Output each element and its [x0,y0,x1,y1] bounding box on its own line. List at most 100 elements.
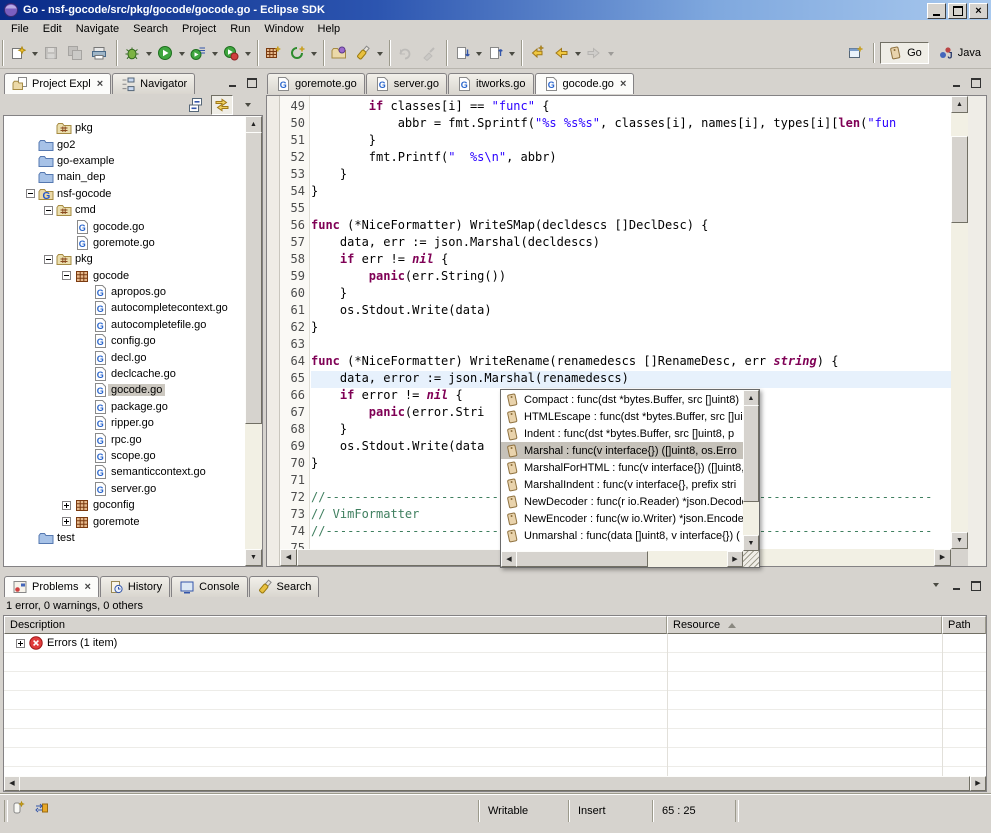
minimize-button[interactable] [927,3,946,19]
profile-dropdown[interactable] [243,41,252,65]
scroll-right-icon[interactable]: ▶ [934,549,951,566]
tree-item-rpc-go[interactable]: Grpc.go [4,431,245,447]
tree-item-semanticcontext-go[interactable]: Gsemanticcontext.go [4,464,245,480]
code-line-54[interactable]: } [311,184,951,201]
completion-item-unmarshal[interactable]: Unmarshal : func(data []uint8, v interfa… [501,527,743,544]
completion-item-newencoder[interactable]: NewEncoder : func(w io.Writer) *json.Enc… [501,510,743,527]
completion-item-compact[interactable]: Compact : func(dst *bytes.Buffer, src []… [501,391,743,408]
completion-item-marshal[interactable]: Marshal : func(v interface{}) ([]uint8, … [501,442,743,459]
popup-resize-grip[interactable] [743,551,759,567]
editor-tab-itworks-go[interactable]: Gitworks.go [448,73,534,94]
editor-minimize-button[interactable] [948,76,964,90]
tree-scroll-thumb[interactable] [245,132,262,424]
scroll-left-icon[interactable]: ◀ [4,776,20,791]
code-line-59[interactable]: panic(err.String()) [311,269,951,286]
code-line-64[interactable]: func (*NiceFormatter) WriteRename(rename… [311,354,951,371]
new-go-app-button[interactable] [285,41,309,65]
run-button[interactable] [153,41,177,65]
code-line-53[interactable]: } [311,167,951,184]
maximize-button[interactable] [948,3,967,19]
tree-item-gocode-go[interactable]: Ggocode.go [4,382,245,398]
scroll-right-icon[interactable]: ▶ [970,776,986,791]
tree-item-autocompletecontext-go[interactable]: Gautocompletecontext.go [4,300,245,316]
completion-item-indent[interactable]: Indent : func(dst *bytes.Buffer, src []u… [501,425,743,442]
tree-item-goremote[interactable]: goremote [4,513,245,529]
status-new-button[interactable] [10,801,26,815]
open-resource-button[interactable] [327,41,351,65]
tree-item-scope-go[interactable]: Gscope.go [4,448,245,464]
completion-item-marshalforhtml[interactable]: MarshalForHTML : func(v interface{}) ([]… [501,459,743,476]
expand-toggle-icon[interactable] [12,639,28,648]
new-go-app-dropdown[interactable] [309,41,318,65]
close-tab-icon[interactable]: × [620,79,626,90]
close-tab-icon[interactable]: × [84,582,90,593]
collapse-all-button[interactable] [186,96,206,114]
tree-item-apropos-go[interactable]: Gapropos.go [4,284,245,300]
run-history-button[interactable] [186,41,210,65]
menu-file[interactable]: File [4,21,36,37]
view-tab-search[interactable]: Search [249,576,320,597]
tree-item-server-go[interactable]: Gserver.go [4,481,245,497]
close-button[interactable]: × [969,3,988,19]
code-line-65[interactable]: data, error := json.Marshal(renamedescs) [311,371,951,388]
problems-row-errors-1-item[interactable]: Errors (1 item) [4,634,986,653]
next-annotation-button[interactable] [450,41,474,65]
next-annotation-dropdown[interactable] [474,41,483,65]
completion-item-newdecoder[interactable]: NewDecoder : func(r io.Reader) *json.Dec… [501,493,743,510]
code-line-62[interactable]: } [311,320,951,337]
tree-item-cmd[interactable]: cmd [4,202,245,218]
menu-help[interactable]: Help [311,21,348,37]
code-line-60[interactable]: } [311,286,951,303]
scroll-down-icon[interactable]: ▼ [245,549,262,566]
tree-item-config-go[interactable]: Gconfig.go [4,333,245,349]
tree-item-goremote-go[interactable]: Ggoremote.go [4,235,245,251]
search-dropdown[interactable] [375,41,384,65]
open-perspective-button[interactable] [843,41,867,65]
prev-annotation-button[interactable] [483,41,507,65]
explorer-minimize-button[interactable] [224,76,240,90]
code-line-52[interactable]: fmt.Printf(" %s\n", abbr) [311,150,951,167]
back-button[interactable] [549,41,573,65]
print-button[interactable] [87,41,111,65]
popup-horizontal-scrollbar[interactable]: ◀ ▶ [501,551,743,567]
expand-toggle-icon[interactable] [58,517,74,526]
editor-vscroll-thumb[interactable] [951,136,968,223]
last-edit-button[interactable] [525,41,549,65]
column-header-description[interactable]: Description [4,616,667,634]
explorer-maximize-button[interactable] [244,76,260,90]
run-dropdown[interactable] [177,41,186,65]
title-bar[interactable]: Go - nsf-gocode/src/pkg/gocode/gocode.go… [0,0,991,20]
code-line-57[interactable]: data, err := json.Marshal(decldescs) [311,235,951,252]
code-line-56[interactable]: func (*NiceFormatter) WriteSMap(decldesc… [311,218,951,235]
tree-item-gocode-go[interactable]: Ggocode.go [4,218,245,234]
tree-item-package-go[interactable]: Gpackage.go [4,399,245,415]
link-editor-button[interactable] [211,95,233,115]
collapse-toggle-icon[interactable] [40,255,56,264]
problems-hscroll-thumb[interactable] [19,776,970,791]
search-button[interactable] [351,41,375,65]
popup-vscroll-thumb[interactable] [743,405,759,502]
column-header-resource[interactable]: Resource [667,616,942,634]
profile-button[interactable] [219,41,243,65]
tree-item-decl-go[interactable]: Gdecl.go [4,349,245,365]
menu-edit[interactable]: Edit [36,21,69,37]
scroll-down-icon[interactable]: ▼ [951,532,968,549]
problems-minimize-button[interactable] [948,579,964,593]
tree-item-main-dep[interactable]: main_dep [4,169,245,185]
collapse-toggle-icon[interactable] [40,206,56,215]
collapse-toggle-icon[interactable] [58,271,74,280]
scroll-right-icon[interactable]: ▶ [727,551,743,567]
back-dropdown[interactable] [573,41,582,65]
code-line-51[interactable]: } [311,133,951,150]
perspective-go[interactable]: Go [880,42,929,64]
editor-tab-gocode-go[interactable]: Ggocode.go× [535,73,635,94]
scroll-up-icon[interactable]: ▲ [951,96,968,113]
scroll-up-icon[interactable]: ▲ [743,390,759,406]
scroll-down-icon[interactable]: ▼ [743,535,759,551]
close-tab-icon[interactable]: × [97,79,103,90]
popup-hscroll-thumb[interactable] [516,551,648,567]
tree-item-pkg[interactable]: pkg [4,120,245,136]
new-wizard-dropdown[interactable] [30,41,39,65]
view-tab-console[interactable]: Console [171,576,247,597]
popup-vertical-scrollbar[interactable]: ▲ ▼ [743,390,759,551]
